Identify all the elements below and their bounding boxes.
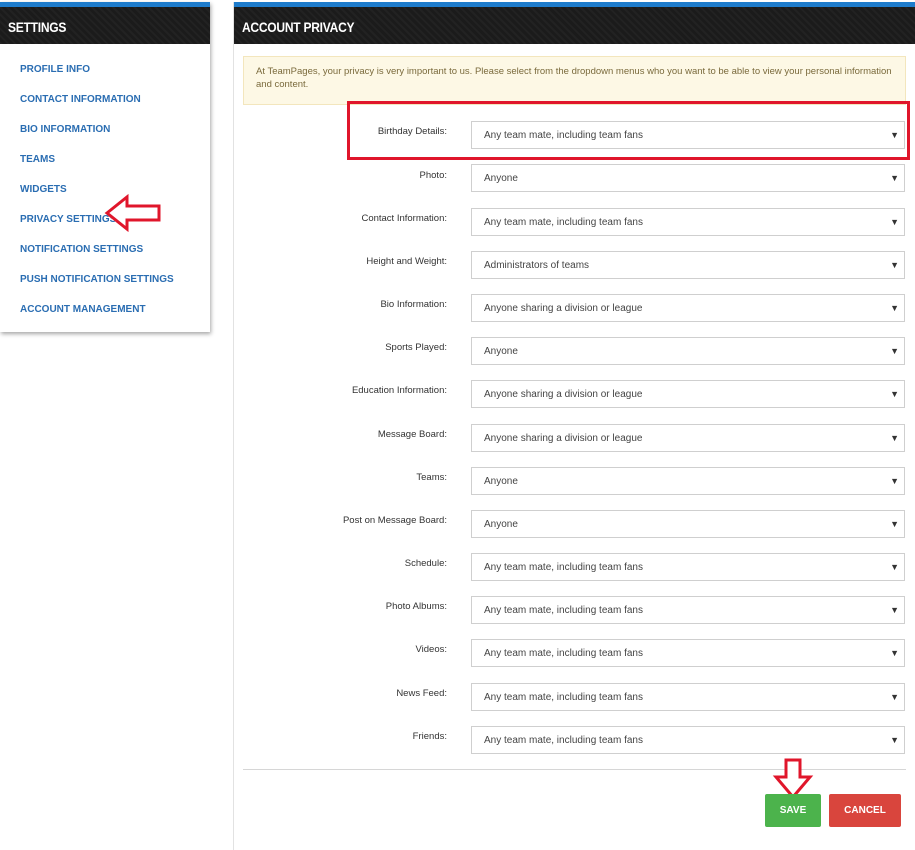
chevron-down-icon: ▼ (890, 260, 899, 270)
select-photo-albums[interactable]: Any team mate, including team fans ▼ (471, 596, 905, 624)
label-schedule: Schedule: (404, 558, 447, 569)
chevron-down-icon: ▼ (890, 519, 899, 529)
privacy-notice: At TeamPages, your privacy is very impor… (243, 56, 906, 105)
sidebar-item-account-management[interactable]: ACCOUNT MANAGEMENT (20, 304, 146, 315)
select-news-feed[interactable]: Any team mate, including team fans ▼ (471, 683, 905, 711)
select-value: Any team mate, including team fans (484, 605, 643, 616)
label-education-information: Education Information: (351, 385, 447, 396)
select-sports-played[interactable]: Anyone ▼ (471, 337, 905, 365)
sidebar-item-contact-information[interactable]: CONTACT INFORMATION (20, 94, 141, 105)
select-value: Any team mate, including team fans (484, 562, 643, 573)
account-privacy-panel: ACCOUNT PRIVACY At TeamPages, your priva… (233, 2, 915, 850)
annotation-arrow-left-icon (104, 194, 161, 232)
select-value: Any team mate, including team fans (484, 692, 643, 703)
settings-sidebar: SETTINGS PROFILE INFO CONTACT INFORMATIO… (0, 2, 210, 332)
select-value: Anyone (484, 173, 518, 184)
select-value: Anyone sharing a division or league (484, 389, 643, 400)
label-contact-information: Contact Information: (361, 213, 447, 224)
label-sports-played: Sports Played: (385, 342, 447, 353)
label-message-board: Message Board: (377, 429, 447, 440)
sidebar-item-profile-info[interactable]: PROFILE INFO (20, 64, 90, 75)
label-teams: Teams: (416, 472, 447, 483)
sidebar-item-notification-settings[interactable]: NOTIFICATION SETTINGS (20, 244, 143, 255)
chevron-down-icon: ▼ (890, 605, 899, 615)
main-header: ACCOUNT PRIVACY (234, 2, 915, 44)
cancel-button[interactable]: CANCEL (829, 794, 901, 827)
select-value: Any team mate, including team fans (484, 217, 643, 228)
label-photo: Photo: (419, 170, 447, 181)
chevron-down-icon: ▼ (890, 433, 899, 443)
select-videos[interactable]: Any team mate, including team fans ▼ (471, 639, 905, 667)
select-value: Anyone sharing a division or league (484, 303, 643, 314)
chevron-down-icon: ▼ (890, 389, 899, 399)
select-value: Anyone (484, 476, 518, 487)
sidebar-item-push-notification-settings[interactable]: PUSH NOTIFICATION SETTINGS (20, 274, 174, 285)
select-post-on-message-board[interactable]: Anyone ▼ (471, 510, 905, 538)
chevron-down-icon: ▼ (890, 217, 899, 227)
save-button[interactable]: SAVE (765, 794, 821, 827)
label-height-and-weight: Height and Weight: (366, 256, 447, 267)
select-value: Any team mate, including team fans (484, 648, 643, 659)
select-value: Anyone sharing a division or league (484, 433, 643, 444)
sidebar-item-widgets[interactable]: WIDGETS (20, 184, 67, 195)
select-value: Anyone (484, 519, 518, 530)
chevron-down-icon: ▼ (890, 303, 899, 313)
chevron-down-icon: ▼ (890, 173, 899, 183)
sidebar-item-privacy-settings[interactable]: PRIVACY SETTINGS (20, 214, 116, 225)
select-teams[interactable]: Anyone ▼ (471, 467, 905, 495)
chevron-down-icon: ▼ (890, 562, 899, 572)
select-contact-information[interactable]: Any team mate, including team fans ▼ (471, 208, 905, 236)
select-message-board[interactable]: Anyone sharing a division or league ▼ (471, 424, 905, 452)
select-value: Anyone (484, 346, 518, 357)
label-bio-information: Bio Information: (380, 299, 447, 310)
label-news-feed: News Feed: (396, 688, 447, 699)
page-title: ACCOUNT PRIVACY (242, 19, 355, 35)
chevron-down-icon: ▼ (890, 346, 899, 356)
select-value: Any team mate, including team fans (484, 735, 643, 746)
select-height-and-weight[interactable]: Administrators of teams ▼ (471, 251, 905, 279)
chevron-down-icon: ▼ (890, 692, 899, 702)
chevron-down-icon: ▼ (890, 648, 899, 658)
label-friends: Friends: (412, 731, 447, 742)
label-post-on-message-board: Post on Message Board: (342, 515, 447, 526)
sidebar-item-bio-information[interactable]: BIO INFORMATION (20, 124, 110, 135)
select-friends[interactable]: Any team mate, including team fans ▼ (471, 726, 905, 754)
select-bio-information[interactable]: Anyone sharing a division or league ▼ (471, 294, 905, 322)
label-videos: Videos: (415, 644, 447, 655)
sidebar-header: SETTINGS (0, 2, 210, 44)
sidebar-title: SETTINGS (8, 19, 67, 35)
select-photo[interactable]: Anyone ▼ (471, 164, 905, 192)
chevron-down-icon: ▼ (890, 735, 899, 745)
chevron-down-icon: ▼ (890, 476, 899, 486)
select-education-information[interactable]: Anyone sharing a division or league ▼ (471, 380, 905, 408)
select-schedule[interactable]: Any team mate, including team fans ▼ (471, 553, 905, 581)
label-photo-albums: Photo Albums: (385, 601, 447, 612)
highlight-box (347, 101, 910, 160)
sidebar-item-teams[interactable]: TEAMS (20, 154, 55, 165)
select-value: Administrators of teams (484, 260, 590, 271)
